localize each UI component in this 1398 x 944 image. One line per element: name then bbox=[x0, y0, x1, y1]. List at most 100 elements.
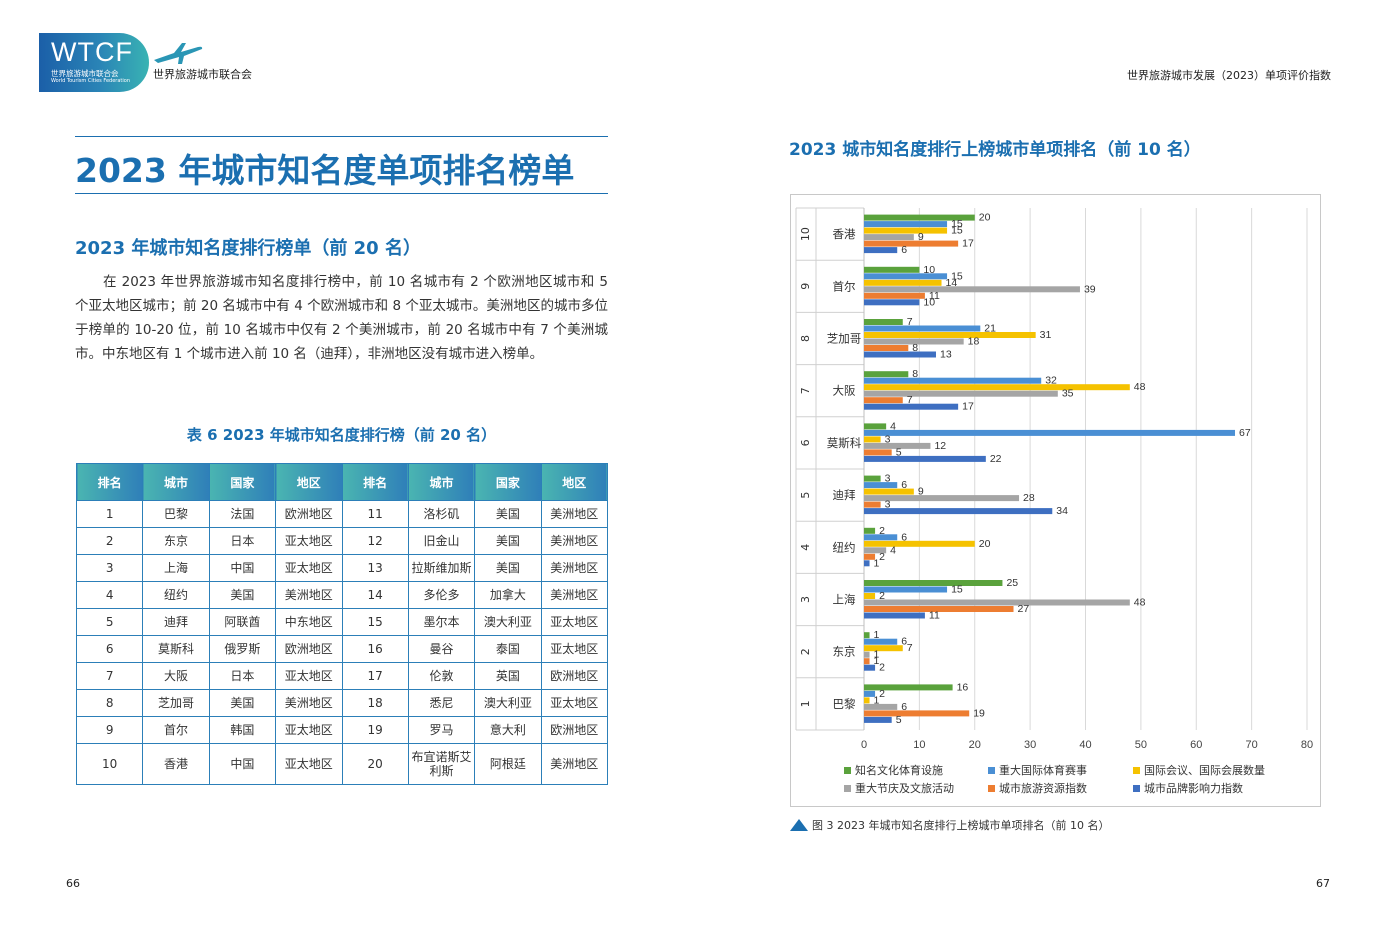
data-label: 2 bbox=[879, 662, 885, 674]
data-label: 48 bbox=[1134, 381, 1146, 393]
table-cell: 亚太地区 bbox=[540, 635, 609, 663]
data-label: 12 bbox=[934, 440, 946, 452]
data-label: 34 bbox=[1056, 505, 1068, 517]
bar bbox=[864, 593, 876, 599]
table-cell: 墨尔本 bbox=[407, 608, 476, 636]
table-row: 2 东京 日本 亚太地区 12 旧金山 美国 美洲地区 bbox=[75, 527, 609, 555]
table-row: 7 大阪 日本 亚太地区 17 伦敦 英国 欧洲地区 bbox=[75, 662, 609, 690]
data-label: 22 bbox=[990, 453, 1002, 465]
category-label: 莫斯科 bbox=[827, 436, 862, 450]
bar bbox=[864, 586, 948, 593]
data-label: 20 bbox=[979, 212, 991, 224]
legend-swatch bbox=[988, 767, 995, 774]
rank-label: 9 bbox=[799, 283, 812, 290]
table-cell: 19 bbox=[341, 716, 409, 744]
table-cell: 大阪 bbox=[142, 662, 210, 690]
rank-label: 8 bbox=[799, 335, 812, 342]
table-cell: 韩国 bbox=[208, 716, 277, 744]
category-label: 芝加哥 bbox=[827, 332, 862, 346]
bar bbox=[864, 221, 948, 228]
bar bbox=[864, 234, 914, 241]
data-label: 6 bbox=[901, 244, 907, 256]
data-label: 27 bbox=[1018, 603, 1030, 615]
table-cell: 阿根廷 bbox=[474, 743, 542, 785]
category-label: 迪拜 bbox=[833, 488, 856, 502]
category-label: 大阪 bbox=[833, 384, 856, 398]
table-cell: 亚太地区 bbox=[275, 716, 343, 744]
bar bbox=[864, 664, 876, 671]
bar bbox=[864, 638, 898, 645]
table-cell: 美洲地区 bbox=[540, 554, 609, 582]
x-tick-label: 40 bbox=[1079, 739, 1091, 751]
data-label: 2 bbox=[879, 551, 885, 563]
data-label: 1 bbox=[874, 557, 880, 569]
title-rule-bottom bbox=[75, 193, 608, 194]
bar bbox=[864, 475, 881, 482]
col-header: 国家 bbox=[474, 463, 542, 501]
table-cell: 悉尼 bbox=[407, 689, 476, 717]
bar bbox=[864, 247, 898, 254]
bar bbox=[864, 658, 870, 665]
table-cell: 芝加哥 bbox=[142, 689, 210, 717]
bar bbox=[864, 540, 975, 547]
table-cell: 16 bbox=[341, 635, 409, 663]
table-cell: 中东地区 bbox=[275, 608, 343, 636]
legend-label: 知名文化体育设施 bbox=[855, 763, 943, 777]
rank-label: 10 bbox=[799, 227, 812, 241]
table-cell: 伦敦 bbox=[407, 662, 476, 690]
table-cell: 欧洲地区 bbox=[540, 662, 609, 690]
table-header-row: 排名 城市 国家 地区 排名 城市 国家 地区 bbox=[75, 463, 609, 501]
table-cell: 首尔 bbox=[142, 716, 210, 744]
data-label: 19 bbox=[973, 707, 985, 719]
bar bbox=[864, 390, 1058, 397]
table-cell: 20 bbox=[341, 743, 409, 785]
x-tick-label: 50 bbox=[1135, 739, 1147, 751]
bar bbox=[864, 455, 986, 462]
bar bbox=[864, 273, 948, 280]
col-header: 国家 bbox=[208, 463, 277, 501]
caption-triangle-icon bbox=[790, 819, 808, 831]
x-tick-label: 80 bbox=[1301, 739, 1313, 751]
table-row: 6 莫斯科 俄罗斯 欧洲地区 16 曼谷 泰国 亚太地区 bbox=[75, 635, 609, 663]
table-cell: 英国 bbox=[474, 662, 542, 690]
bar bbox=[864, 710, 970, 717]
table-caption: 表 6 2023 年城市知名度排行榜（前 20 名） bbox=[186, 426, 497, 444]
table-row: 1 巴黎 法国 欧洲地区 11 洛杉矶 美国 美洲地区 bbox=[75, 500, 609, 528]
data-label: 39 bbox=[1084, 283, 1096, 295]
table-cell: 14 bbox=[341, 581, 409, 609]
page-number-right: 67 bbox=[1316, 877, 1330, 890]
x-tick-label: 0 bbox=[861, 739, 867, 751]
table-row: 10 香港 中国 亚太地区 20 布宜诺斯艾利斯 阿根廷 美洲地区 bbox=[75, 743, 609, 785]
bar bbox=[864, 292, 925, 299]
table-cell: 美洲地区 bbox=[275, 689, 343, 717]
bar bbox=[864, 279, 942, 286]
bar bbox=[864, 266, 920, 273]
bar bbox=[864, 345, 909, 351]
bar bbox=[864, 527, 876, 534]
legend-label: 重大国际体育赛事 bbox=[999, 763, 1087, 777]
bar bbox=[864, 240, 959, 247]
table-cell: 洛杉矶 bbox=[407, 500, 476, 528]
table-cell: 美国 bbox=[208, 581, 277, 609]
logo-cn-text: 世界旅游城市联合会 bbox=[51, 69, 119, 78]
x-tick-label: 30 bbox=[1024, 739, 1036, 751]
table-cell: 欧洲地区 bbox=[275, 500, 343, 528]
bar bbox=[864, 716, 892, 723]
table-row: 9 首尔 韩国 亚太地区 19 罗马 意大利 欧洲地区 bbox=[75, 716, 609, 744]
x-tick-label: 10 bbox=[913, 739, 925, 751]
bar bbox=[864, 449, 892, 456]
table-cell: 美洲地区 bbox=[540, 527, 609, 555]
table-cell: 美洲地区 bbox=[275, 581, 343, 609]
bar bbox=[864, 488, 914, 495]
col-header: 排名 bbox=[341, 463, 409, 501]
category-label: 东京 bbox=[833, 645, 856, 659]
legend-swatch bbox=[1133, 767, 1140, 774]
table-cell: 上海 bbox=[142, 554, 210, 582]
bar bbox=[864, 351, 936, 358]
table-cell: 美洲地区 bbox=[540, 500, 609, 528]
airplane-icon bbox=[154, 43, 203, 64]
table-cell: 布宜诺斯艾利斯 bbox=[407, 743, 476, 785]
table-cell: 10 bbox=[75, 743, 144, 785]
table-cell: 日本 bbox=[208, 527, 277, 555]
table-cell: 纽约 bbox=[142, 581, 210, 609]
